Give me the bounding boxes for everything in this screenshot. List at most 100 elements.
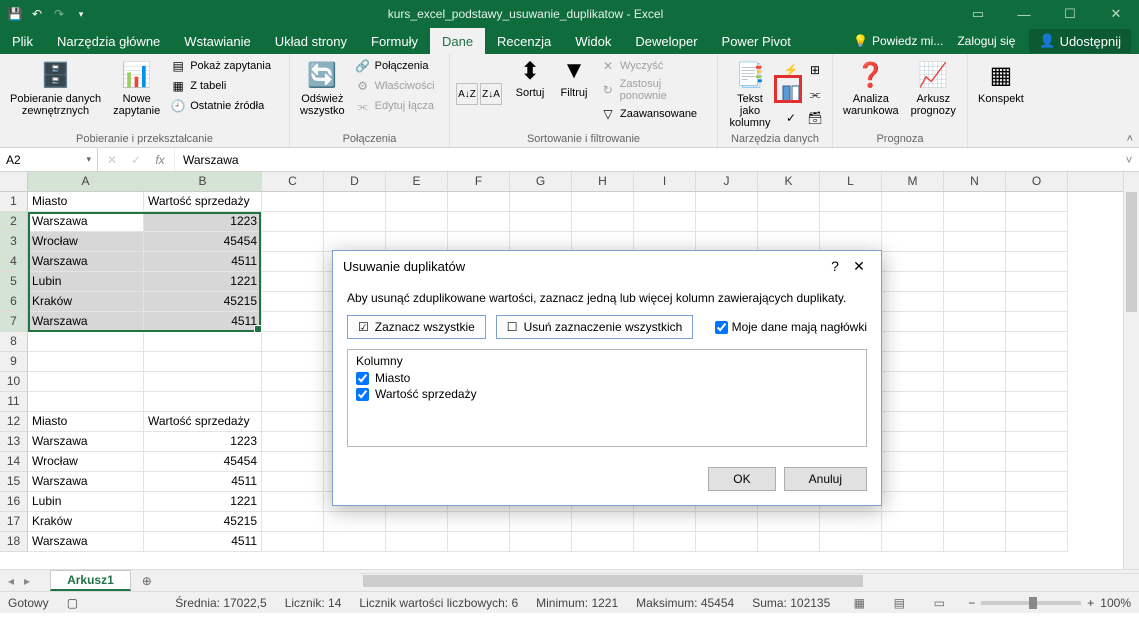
zoom-slider[interactable]: [981, 601, 1081, 605]
sheet-next-icon[interactable]: ▸: [24, 574, 30, 588]
cell[interactable]: [386, 532, 448, 552]
cell[interactable]: Wartość sprzedaży: [144, 412, 262, 432]
cell[interactable]: [386, 212, 448, 232]
name-box[interactable]: A2▾: [0, 148, 98, 171]
col-header-A[interactable]: A: [28, 172, 144, 191]
cell[interactable]: [758, 532, 820, 552]
cell[interactable]: [262, 372, 324, 392]
column-checkbox-wartosc[interactable]: Wartość sprzedaży: [356, 386, 858, 402]
cell[interactable]: [448, 512, 510, 532]
forecast-sheet-button[interactable]: 📈 Arkusz prognozy: [907, 57, 960, 131]
cell[interactable]: [1006, 232, 1068, 252]
cell[interactable]: [944, 292, 1006, 312]
row-header[interactable]: 4: [0, 252, 28, 272]
cell[interactable]: [1006, 292, 1068, 312]
cell[interactable]: [144, 372, 262, 392]
deselect-all-button[interactable]: ☐ Usuń zaznaczenie wszystkich: [496, 315, 694, 339]
text-to-columns-button[interactable]: 📑 Tekst jako kolumny: [724, 57, 776, 131]
column-checkbox-miasto[interactable]: Miasto: [356, 370, 858, 386]
cell[interactable]: [696, 192, 758, 212]
cancel-button[interactable]: Anuluj: [784, 467, 867, 491]
connections-button[interactable]: 🔗Połączenia: [353, 57, 437, 75]
cell[interactable]: Kraków: [28, 292, 144, 312]
cell[interactable]: [510, 192, 572, 212]
cell[interactable]: Warszawa: [28, 532, 144, 552]
cell[interactable]: [634, 212, 696, 232]
cell[interactable]: [448, 532, 510, 552]
cell[interactable]: [448, 232, 510, 252]
col-header-D[interactable]: D: [324, 172, 386, 191]
outline-button[interactable]: ▦ Konspekt: [974, 57, 1028, 131]
cell[interactable]: 45454: [144, 232, 262, 252]
expand-formula-icon[interactable]: ˅: [1119, 148, 1139, 171]
cell[interactable]: Wrocław: [28, 452, 144, 472]
cell[interactable]: [882, 312, 944, 332]
row-header[interactable]: 16: [0, 492, 28, 512]
horizontal-scrollbar[interactable]: [359, 573, 1139, 589]
cell[interactable]: [634, 232, 696, 252]
zoom-control[interactable]: − + 100%: [968, 596, 1131, 610]
cell[interactable]: [882, 352, 944, 372]
row-header[interactable]: 11: [0, 392, 28, 412]
cell[interactable]: 4511: [144, 532, 262, 552]
vertical-scrollbar[interactable]: [1123, 172, 1139, 569]
cell[interactable]: Miasto: [28, 192, 144, 212]
cell[interactable]: [324, 532, 386, 552]
cell[interactable]: [1006, 192, 1068, 212]
cell[interactable]: 45454: [144, 452, 262, 472]
ribbon-options-icon[interactable]: ▭: [955, 0, 1001, 28]
row-header[interactable]: 1: [0, 192, 28, 212]
tab-narzędzia-główne[interactable]: Narzędzia główne: [45, 28, 172, 54]
row-header[interactable]: 17: [0, 512, 28, 532]
cell[interactable]: [262, 312, 324, 332]
cell[interactable]: [1006, 212, 1068, 232]
cell[interactable]: [758, 192, 820, 212]
cell[interactable]: [572, 512, 634, 532]
tab-deweloper[interactable]: Deweloper: [623, 28, 709, 54]
cell[interactable]: [882, 492, 944, 512]
cell[interactable]: [944, 412, 1006, 432]
close-button[interactable]: ✕: [1093, 0, 1139, 28]
row-header[interactable]: 18: [0, 532, 28, 552]
cell[interactable]: [696, 532, 758, 552]
cell[interactable]: [262, 192, 324, 212]
cell[interactable]: [262, 212, 324, 232]
cell[interactable]: [510, 212, 572, 232]
col-header-I[interactable]: I: [634, 172, 696, 191]
cell[interactable]: [882, 432, 944, 452]
zoom-in-icon[interactable]: +: [1087, 596, 1094, 610]
cell[interactable]: [882, 512, 944, 532]
cell[interactable]: Warszawa: [28, 312, 144, 332]
cell[interactable]: Warszawa: [28, 212, 144, 232]
cell[interactable]: [144, 392, 262, 412]
col-header-B[interactable]: B: [144, 172, 262, 191]
redo-icon[interactable]: ↷: [50, 5, 68, 23]
row-header[interactable]: 2: [0, 212, 28, 232]
cell[interactable]: [28, 332, 144, 352]
cell[interactable]: [262, 472, 324, 492]
cell[interactable]: [758, 512, 820, 532]
col-header-O[interactable]: O: [1006, 172, 1068, 191]
cell[interactable]: Wrocław: [28, 232, 144, 252]
chevron-down-icon[interactable]: ▾: [86, 154, 91, 165]
cell[interactable]: [944, 332, 1006, 352]
cell[interactable]: [1006, 272, 1068, 292]
cell[interactable]: Lubin: [28, 492, 144, 512]
sort-asc-icon[interactable]: A↓Z: [456, 83, 478, 105]
cell[interactable]: [1006, 432, 1068, 452]
cell[interactable]: [820, 532, 882, 552]
cell[interactable]: [882, 372, 944, 392]
enter-formula-icon[interactable]: ✓: [128, 153, 144, 167]
cell[interactable]: [386, 512, 448, 532]
cell[interactable]: Warszawa: [28, 432, 144, 452]
cell[interactable]: [944, 232, 1006, 252]
row-header[interactable]: 3: [0, 232, 28, 252]
relationships-icon[interactable]: ⫘: [804, 83, 826, 105]
col-header-G[interactable]: G: [510, 172, 572, 191]
cell[interactable]: [144, 332, 262, 352]
cell[interactable]: Miasto: [28, 412, 144, 432]
has-headers-checkbox[interactable]: Moje dane mają nagłówki: [715, 320, 867, 334]
external-data-button[interactable]: 🗄️ Pobieranie danych zewnętrznych: [6, 57, 105, 131]
cell[interactable]: [696, 512, 758, 532]
cell[interactable]: [572, 212, 634, 232]
